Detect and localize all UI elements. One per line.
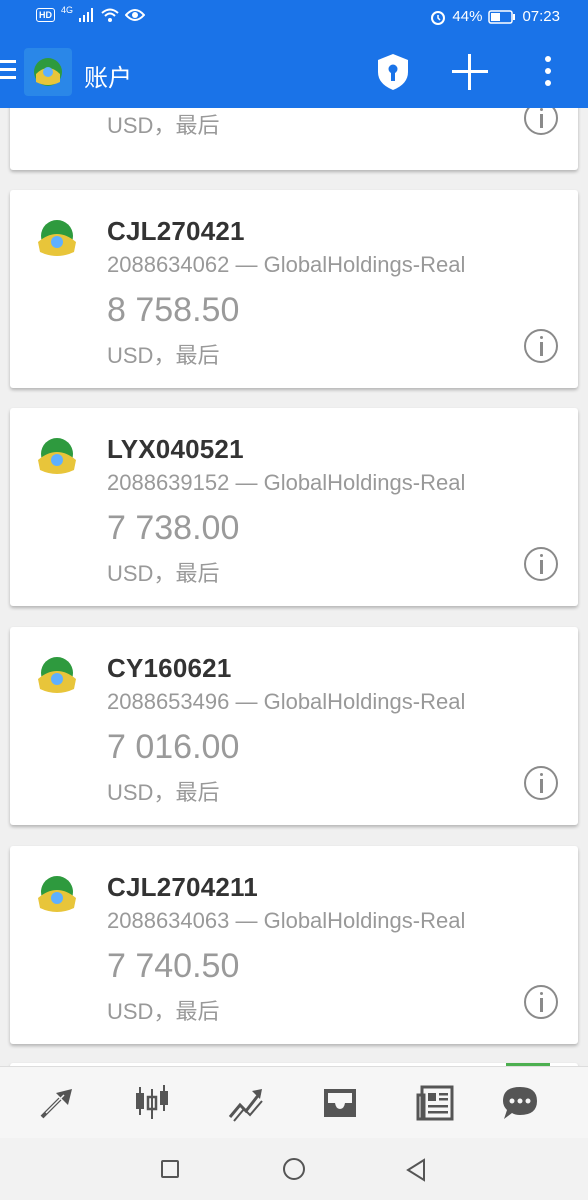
top-bar: HD 4G 44% 07:23 账户 (0, 0, 588, 108)
account-balance: 8 758.50 (107, 291, 240, 329)
quotes-icon[interactable] (38, 1083, 78, 1123)
shield-lock-icon[interactable] (374, 52, 412, 92)
battery-percent: 44% (452, 8, 483, 25)
bottom-nav (0, 1066, 588, 1138)
info-icon[interactable] (524, 108, 558, 135)
account-balance: 7 740.50 (107, 947, 240, 985)
hd-badge: HD (36, 8, 55, 22)
account-name: CJL2704211 (107, 872, 258, 902)
eye-icon (125, 9, 146, 21)
info-icon[interactable] (524, 766, 558, 800)
add-icon[interactable] (452, 54, 488, 90)
broker-logo-icon (30, 212, 84, 266)
status-bar: HD 4G 44% 07:23 (0, 0, 588, 36)
clock: 07:23 (522, 8, 560, 25)
info-icon[interactable] (524, 985, 558, 1019)
account-currency-line: USD，最后 (107, 780, 220, 805)
screen: HD 4G 44% 07:23 账户 USD，最后 CJL270421 2088… (0, 0, 588, 1200)
app-bar: 账户 (0, 36, 588, 108)
info-icon[interactable] (524, 547, 558, 581)
history-icon[interactable] (320, 1083, 360, 1123)
chart-icon[interactable] (132, 1083, 172, 1123)
news-icon[interactable] (416, 1083, 456, 1123)
account-server: 2088634063 — GlobalHoldings-Real (107, 908, 466, 933)
account-name: CY160621 (107, 653, 232, 683)
account-currency-line: USD，最后 (107, 999, 220, 1024)
broker-logo-icon (30, 868, 84, 922)
trade-icon[interactable] (226, 1083, 266, 1123)
account-balance: 7 738.00 (107, 509, 240, 547)
account-card[interactable]: CY160621 2088653496 — GlobalHoldings-Rea… (10, 627, 578, 825)
account-balance: 7 016.00 (107, 728, 240, 766)
account-card[interactable]: CJL2704211 2088634063 — GlobalHoldings-R… (10, 846, 578, 1044)
page-title: 账户 (84, 65, 132, 92)
more-vert-icon[interactable] (544, 56, 552, 88)
account-server: 2088653496 — GlobalHoldings-Real (107, 689, 466, 714)
wifi-icon (101, 8, 119, 22)
account-list: USD，最后 CJL270421 2088634062 — GlobalHold… (0, 108, 588, 1066)
home-icon[interactable] (283, 1158, 305, 1180)
back-icon[interactable] (404, 1158, 428, 1182)
account-card[interactable]: CJL270421 2088634062 — GlobalHoldings-Re… (10, 190, 578, 388)
recent-apps-icon[interactable] (161, 1160, 179, 1178)
account-card[interactable]: USD，最后 (10, 108, 578, 170)
battery-icon (488, 9, 516, 24)
account-name: CJL270421 (107, 216, 245, 246)
account-name: LYX040521 (107, 434, 244, 464)
broker-logo-icon (30, 430, 84, 484)
system-nav-bar (0, 1138, 588, 1200)
account-currency-line: USD，最后 (107, 113, 220, 138)
account-server: 2088634062 — GlobalHoldings-Real (107, 252, 466, 277)
menu-icon[interactable] (0, 60, 16, 82)
app-logo (24, 48, 72, 96)
signal-icon (79, 8, 94, 22)
account-currency-line: USD，最后 (107, 561, 220, 586)
network-label: 4G (61, 5, 74, 15)
info-icon[interactable] (524, 329, 558, 363)
broker-logo-icon (30, 649, 84, 703)
account-currency-line: USD，最后 (107, 343, 220, 368)
account-card[interactable]: LYX040521 2088639152 — GlobalHoldings-Re… (10, 408, 578, 606)
chat-icon[interactable] (500, 1083, 540, 1123)
alarm-icon (431, 10, 446, 25)
account-server: 2088639152 — GlobalHoldings-Real (107, 470, 466, 495)
